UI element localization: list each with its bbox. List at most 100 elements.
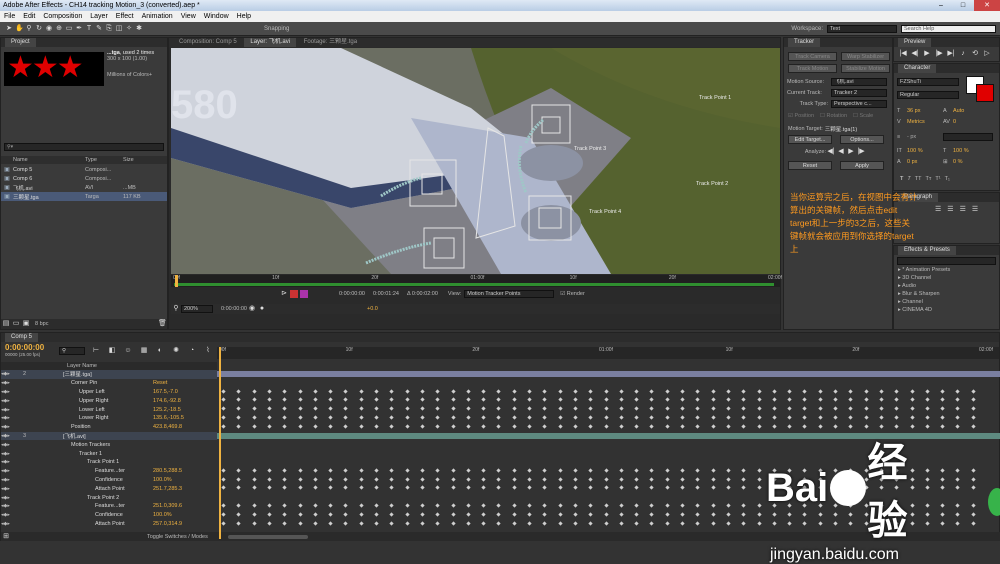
keyframe[interactable] xyxy=(573,503,578,508)
font-style-select[interactable]: Regular xyxy=(897,91,959,99)
prev-frame-icon[interactable]: ◀| xyxy=(911,50,919,58)
keyframe[interactable] xyxy=(389,468,394,473)
keyframe[interactable] xyxy=(863,424,869,429)
keyframe[interactable] xyxy=(695,468,700,473)
keyframe[interactable] xyxy=(741,406,746,411)
tab-footage[interactable]: Footage: 三颗星.tga xyxy=(298,38,363,47)
faux-italic-icon[interactable]: T xyxy=(907,176,910,182)
keyframe[interactable] xyxy=(802,424,808,429)
keyframe[interactable] xyxy=(649,512,655,517)
property-row[interactable]: ◂◆▸ Track Point 1 xyxy=(1,458,217,467)
motion-source-select[interactable]: 飞机.avi xyxy=(831,78,887,86)
keyframe[interactable] xyxy=(359,468,364,473)
keyframe[interactable] xyxy=(328,424,333,429)
keyframe[interactable] xyxy=(756,415,762,420)
keyframe[interactable] xyxy=(313,468,318,473)
font-family-select[interactable]: FZShuTi xyxy=(897,78,959,86)
keyframe[interactable] xyxy=(680,503,685,508)
keyframe[interactable] xyxy=(221,468,226,473)
keyframe[interactable] xyxy=(603,388,609,394)
keyframe[interactable] xyxy=(481,503,486,508)
pan-behind-tool-icon[interactable]: ⊕ xyxy=(55,25,63,33)
close-button[interactable]: ✕ xyxy=(974,0,1000,11)
keyframe[interactable] xyxy=(297,476,303,482)
keyframe[interactable] xyxy=(389,415,394,420)
keyframe[interactable] xyxy=(802,406,808,411)
keyframe[interactable] xyxy=(251,397,257,403)
shy-icon[interactable]: ☺ xyxy=(124,347,132,355)
keyframe[interactable] xyxy=(971,388,976,394)
keyframe[interactable] xyxy=(772,388,777,394)
keyframe[interactable] xyxy=(251,512,257,517)
type-tool-icon[interactable]: T xyxy=(85,25,93,33)
keyframe[interactable] xyxy=(573,520,578,526)
av-switches-icon[interactable]: ◂◆▸ xyxy=(1,415,23,421)
keyframe[interactable] xyxy=(466,476,471,482)
keyframe[interactable] xyxy=(756,406,762,411)
keyframe[interactable] xyxy=(619,520,624,526)
keyframe[interactable] xyxy=(909,388,915,394)
keyframe[interactable] xyxy=(680,520,685,526)
keyframe[interactable] xyxy=(496,512,502,517)
keyframe[interactable] xyxy=(359,476,364,482)
menu-animation[interactable]: Animation xyxy=(138,11,177,22)
keyframe[interactable] xyxy=(665,512,670,517)
property-value[interactable]: 251.0,309.6 xyxy=(153,503,182,509)
keyframe[interactable] xyxy=(940,388,945,394)
keyframe[interactable] xyxy=(420,415,425,420)
property-value[interactable]: Reset xyxy=(153,380,167,386)
keyframe[interactable] xyxy=(328,503,333,508)
stroke-width-value[interactable]: - px xyxy=(907,134,943,140)
keyframe[interactable] xyxy=(573,512,578,517)
keyframe[interactable] xyxy=(833,406,838,411)
keyframe[interactable] xyxy=(695,512,700,517)
keyframe[interactable] xyxy=(221,476,226,482)
keyframe[interactable] xyxy=(466,406,471,411)
keyframe[interactable] xyxy=(313,388,318,394)
keyframe[interactable] xyxy=(389,512,394,517)
keyframe[interactable] xyxy=(435,512,440,517)
av-switches-icon[interactable]: ◂◆▸ xyxy=(1,521,23,527)
keyframe[interactable] xyxy=(481,397,486,403)
keyframe[interactable] xyxy=(527,388,532,394)
keyframe[interactable] xyxy=(879,415,884,420)
keyframe[interactable] xyxy=(542,397,547,403)
project-item[interactable]: ▣ 三颗星.tga Targa 117 KB xyxy=(1,192,167,201)
project-item[interactable]: ▣ 飞机.avi AVI ...MB xyxy=(1,183,167,192)
small-caps-icon[interactable]: Tт xyxy=(925,176,931,182)
keyframe[interactable] xyxy=(649,406,655,411)
keyframe[interactable] xyxy=(726,520,731,526)
keyframe[interactable] xyxy=(496,415,502,420)
keyframe[interactable] xyxy=(588,406,593,411)
zoom-select[interactable]: 200% xyxy=(181,305,213,313)
subscript-icon[interactable]: T₁ xyxy=(945,176,950,182)
keyframe[interactable] xyxy=(282,388,287,394)
keyframe[interactable] xyxy=(313,520,318,526)
keyframe[interactable] xyxy=(787,424,792,429)
ram-preview-icon[interactable]: ▷ xyxy=(983,50,991,58)
keyframe[interactable] xyxy=(665,424,670,429)
keyframe[interactable] xyxy=(710,520,716,526)
keyframe[interactable] xyxy=(450,415,456,420)
timeline-timecode[interactable]: 0:00:00:00 xyxy=(5,343,60,352)
keyframe[interactable] xyxy=(894,388,899,394)
effects-category[interactable]: ▸ * Animation Presets xyxy=(894,267,999,275)
brainstorm-icon[interactable]: ✺ xyxy=(172,347,180,355)
keyframe[interactable] xyxy=(573,468,578,473)
mask-tool-icon[interactable]: ▭ xyxy=(65,25,73,33)
col-name[interactable]: Name xyxy=(13,157,85,163)
first-frame-icon[interactable]: |◀ xyxy=(899,50,907,58)
av-switches-icon[interactable]: ◂◆▸ xyxy=(1,477,23,483)
keyframe[interactable] xyxy=(481,406,486,411)
keyframe[interactable] xyxy=(588,520,593,526)
keyframe[interactable] xyxy=(420,397,425,403)
keyframe[interactable] xyxy=(435,406,440,411)
keyframe[interactable] xyxy=(909,415,915,420)
keyframe[interactable] xyxy=(726,415,731,420)
keyframe[interactable] xyxy=(374,424,379,429)
keyframe[interactable] xyxy=(359,415,364,420)
keyframe[interactable] xyxy=(221,397,226,403)
keyframe[interactable] xyxy=(680,415,685,420)
keyframe[interactable] xyxy=(420,512,425,517)
view-select[interactable]: Motion Tracker Points xyxy=(464,290,555,298)
